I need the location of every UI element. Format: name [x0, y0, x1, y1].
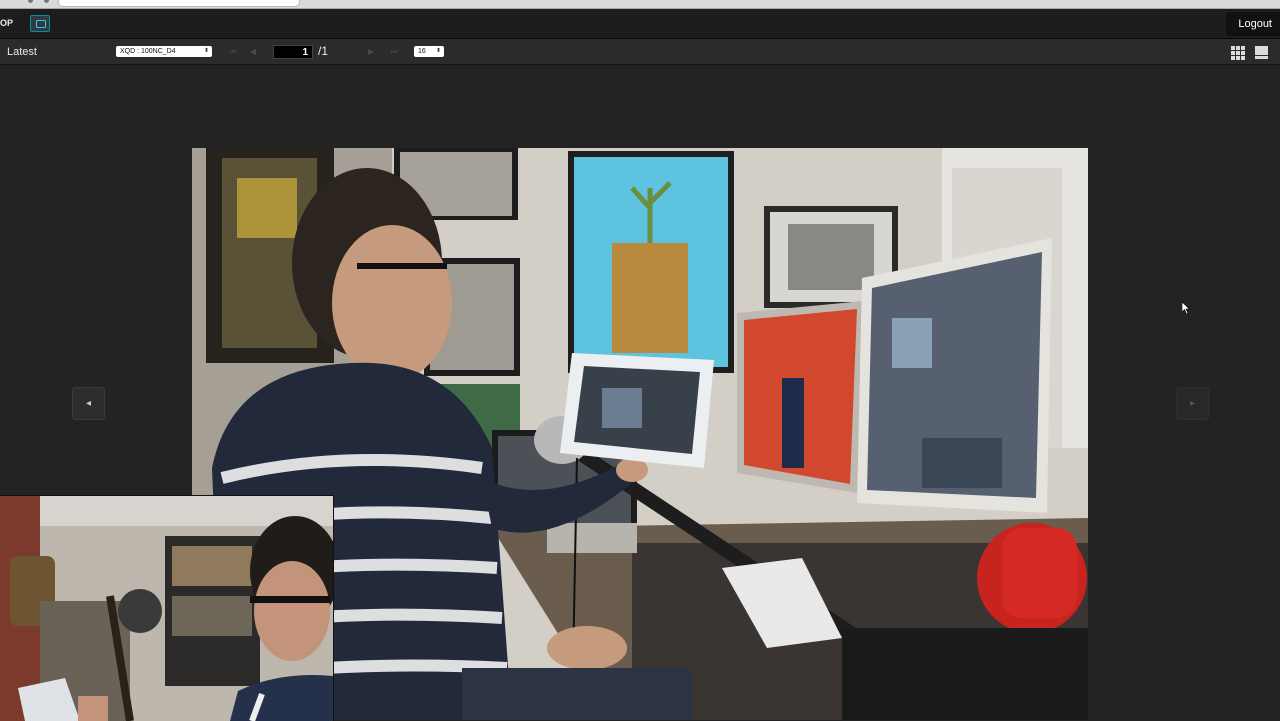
folder-select-value: XQD : 100NC_D4 — [120, 48, 176, 55]
webcam-image — [0, 496, 333, 721]
last-page-icon[interactable]: ⏭ — [389, 47, 399, 57]
gallery-toolbar: Latest XQD : 100NC_D4 ⬍ ⏮ ◀ 1 /1 ▶ ⏭ 16 … — [0, 39, 1280, 65]
first-page-icon[interactable]: ⏮ — [228, 47, 238, 57]
mouse-cursor-icon — [1182, 302, 1190, 314]
browser-chrome — [0, 0, 1280, 9]
address-bar[interactable] — [58, 0, 300, 7]
top-app-bar: OP Logout — [0, 9, 1280, 39]
select-arrows-icon: ⬍ — [435, 48, 441, 54]
select-arrows-icon: ⬍ — [203, 48, 209, 54]
logout-button[interactable]: Logout — [1226, 12, 1280, 36]
latest-label[interactable]: Latest — [7, 46, 37, 58]
next-photo-button[interactable]: ▸ — [1176, 387, 1209, 420]
home-icon[interactable] — [44, 0, 49, 3]
prev-page-icon[interactable]: ◀ — [248, 47, 258, 57]
next-page-icon[interactable]: ▶ — [366, 47, 376, 57]
single-view-icon[interactable] — [1255, 46, 1268, 59]
gallery-app-icon[interactable] — [30, 15, 50, 32]
thumb-size-value: 16 — [418, 48, 426, 55]
folder-select[interactable]: XQD : 100NC_D4 ⬍ — [116, 46, 212, 57]
page-total: /1 — [318, 44, 329, 58]
app-label: OP — [0, 18, 14, 28]
prev-photo-button[interactable]: ◂ — [72, 387, 105, 420]
page-number-input[interactable]: 1 — [273, 45, 313, 59]
grid-view-icon[interactable] — [1231, 46, 1245, 60]
thumb-size-select[interactable]: 16 ⬍ — [414, 46, 444, 57]
reload-icon[interactable] — [28, 0, 33, 3]
webcam-overlay — [0, 495, 334, 721]
